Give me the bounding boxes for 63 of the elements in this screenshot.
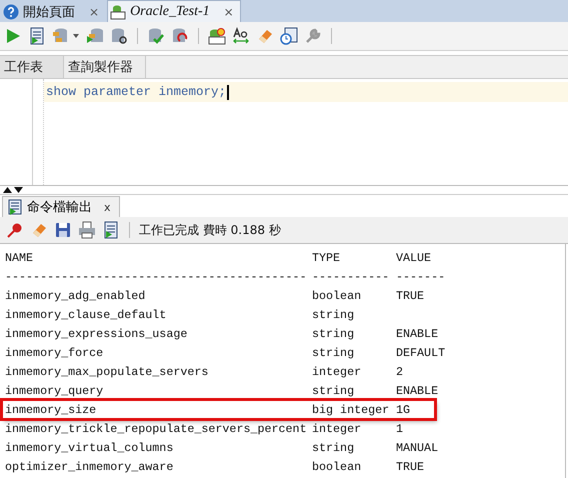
table-cell-text: inmemory_trickle_repopulate_servers_percent (5, 422, 308, 436)
column-header: VALUE (396, 250, 432, 264)
table-cell-text: big integer (312, 402, 390, 416)
table-cell-text: inmemory_max_populate_servers (5, 364, 210, 378)
format-icon[interactable] (232, 27, 250, 45)
table-cell-text: string (312, 326, 356, 340)
table-cell-text: inmemory_force (5, 346, 104, 360)
text-cursor (227, 84, 230, 100)
table-cell-text: 1 (396, 422, 404, 436)
wrench-icon[interactable] (304, 27, 322, 45)
table-cell-text: string (312, 308, 356, 322)
separator-text: ----------- (312, 270, 390, 284)
table-cell-text: inmemory_virtual_columns (5, 440, 174, 454)
close-icon[interactable]: × (89, 4, 100, 18)
separator-text: ------- (396, 270, 446, 284)
save-icon[interactable] (54, 221, 72, 239)
document-run-icon[interactable] (28, 27, 46, 45)
table-cell-text: inmemory_query (5, 384, 104, 398)
output-tab[interactable]: 命令檔輸出 x (2, 196, 120, 217)
table-cell-text: inmemory_clause_default (5, 308, 168, 322)
run-icon[interactable] (4, 27, 22, 45)
table-cell: MANUAL (396, 440, 438, 454)
table-cell-text: 1G (396, 402, 412, 416)
table-cell: ENABLE (396, 384, 438, 398)
commit-icon[interactable] (147, 27, 165, 45)
help-icon (3, 4, 19, 20)
table-cell-text: string (312, 346, 356, 360)
splitter-arrows-icon[interactable] (2, 186, 24, 194)
tab-label: 命令檔輸出 (27, 199, 92, 216)
table-cell-text: boolean (312, 460, 362, 474)
table-cell-text: inmemory_expressions_usage (5, 326, 188, 340)
table-cell-text: 2 (396, 364, 404, 378)
status-text: 工作已完成 費時 0.188 秒 (139, 222, 281, 238)
editor-tab[interactable]: 工作表 (0, 56, 64, 78)
rollback-icon[interactable] (171, 27, 189, 45)
table-cell-text: integer (312, 422, 362, 436)
table-cell: ENABLE (396, 326, 438, 340)
print-icon[interactable] (78, 221, 96, 239)
code-line: show parameter inmemory; (46, 85, 226, 99)
document-run-icon[interactable] (102, 221, 120, 239)
table-cell-text: integer (312, 364, 362, 378)
table-cell-text: optimizer_inmemory_aware (5, 460, 174, 474)
column-header: NAME (5, 250, 34, 264)
table-cell-text: string (312, 384, 356, 398)
separator-text: ------------------------------------------- (5, 270, 308, 284)
tab-label: 開始頁面 (23, 4, 75, 20)
document-tab[interactable]: Oracle_Test-1 × (107, 0, 241, 22)
history-icon[interactable] (280, 27, 298, 45)
table-cell-text: string (312, 440, 356, 454)
pin-icon[interactable] (6, 221, 24, 239)
column-header: TYPE (312, 250, 342, 264)
table-cell: DEFAULT (396, 346, 446, 360)
caret-icon[interactable] (72, 32, 80, 40)
table-cell-text: TRUE (396, 288, 426, 302)
table-cell-text: TRUE (396, 460, 426, 474)
table-cell-text: boolean (312, 288, 362, 302)
table-cell-text: inmemory_size (5, 402, 98, 416)
close-icon[interactable]: × (224, 4, 234, 18)
table-cell-text: inmemory_adg_enabled (5, 288, 146, 302)
tab-label: Oracle_Test-1 (130, 4, 210, 20)
document-run-icon (7, 199, 23, 215)
close-icon[interactable]: x (104, 200, 111, 214)
code-editor[interactable]: show parameter inmemory; (0, 79, 568, 186)
